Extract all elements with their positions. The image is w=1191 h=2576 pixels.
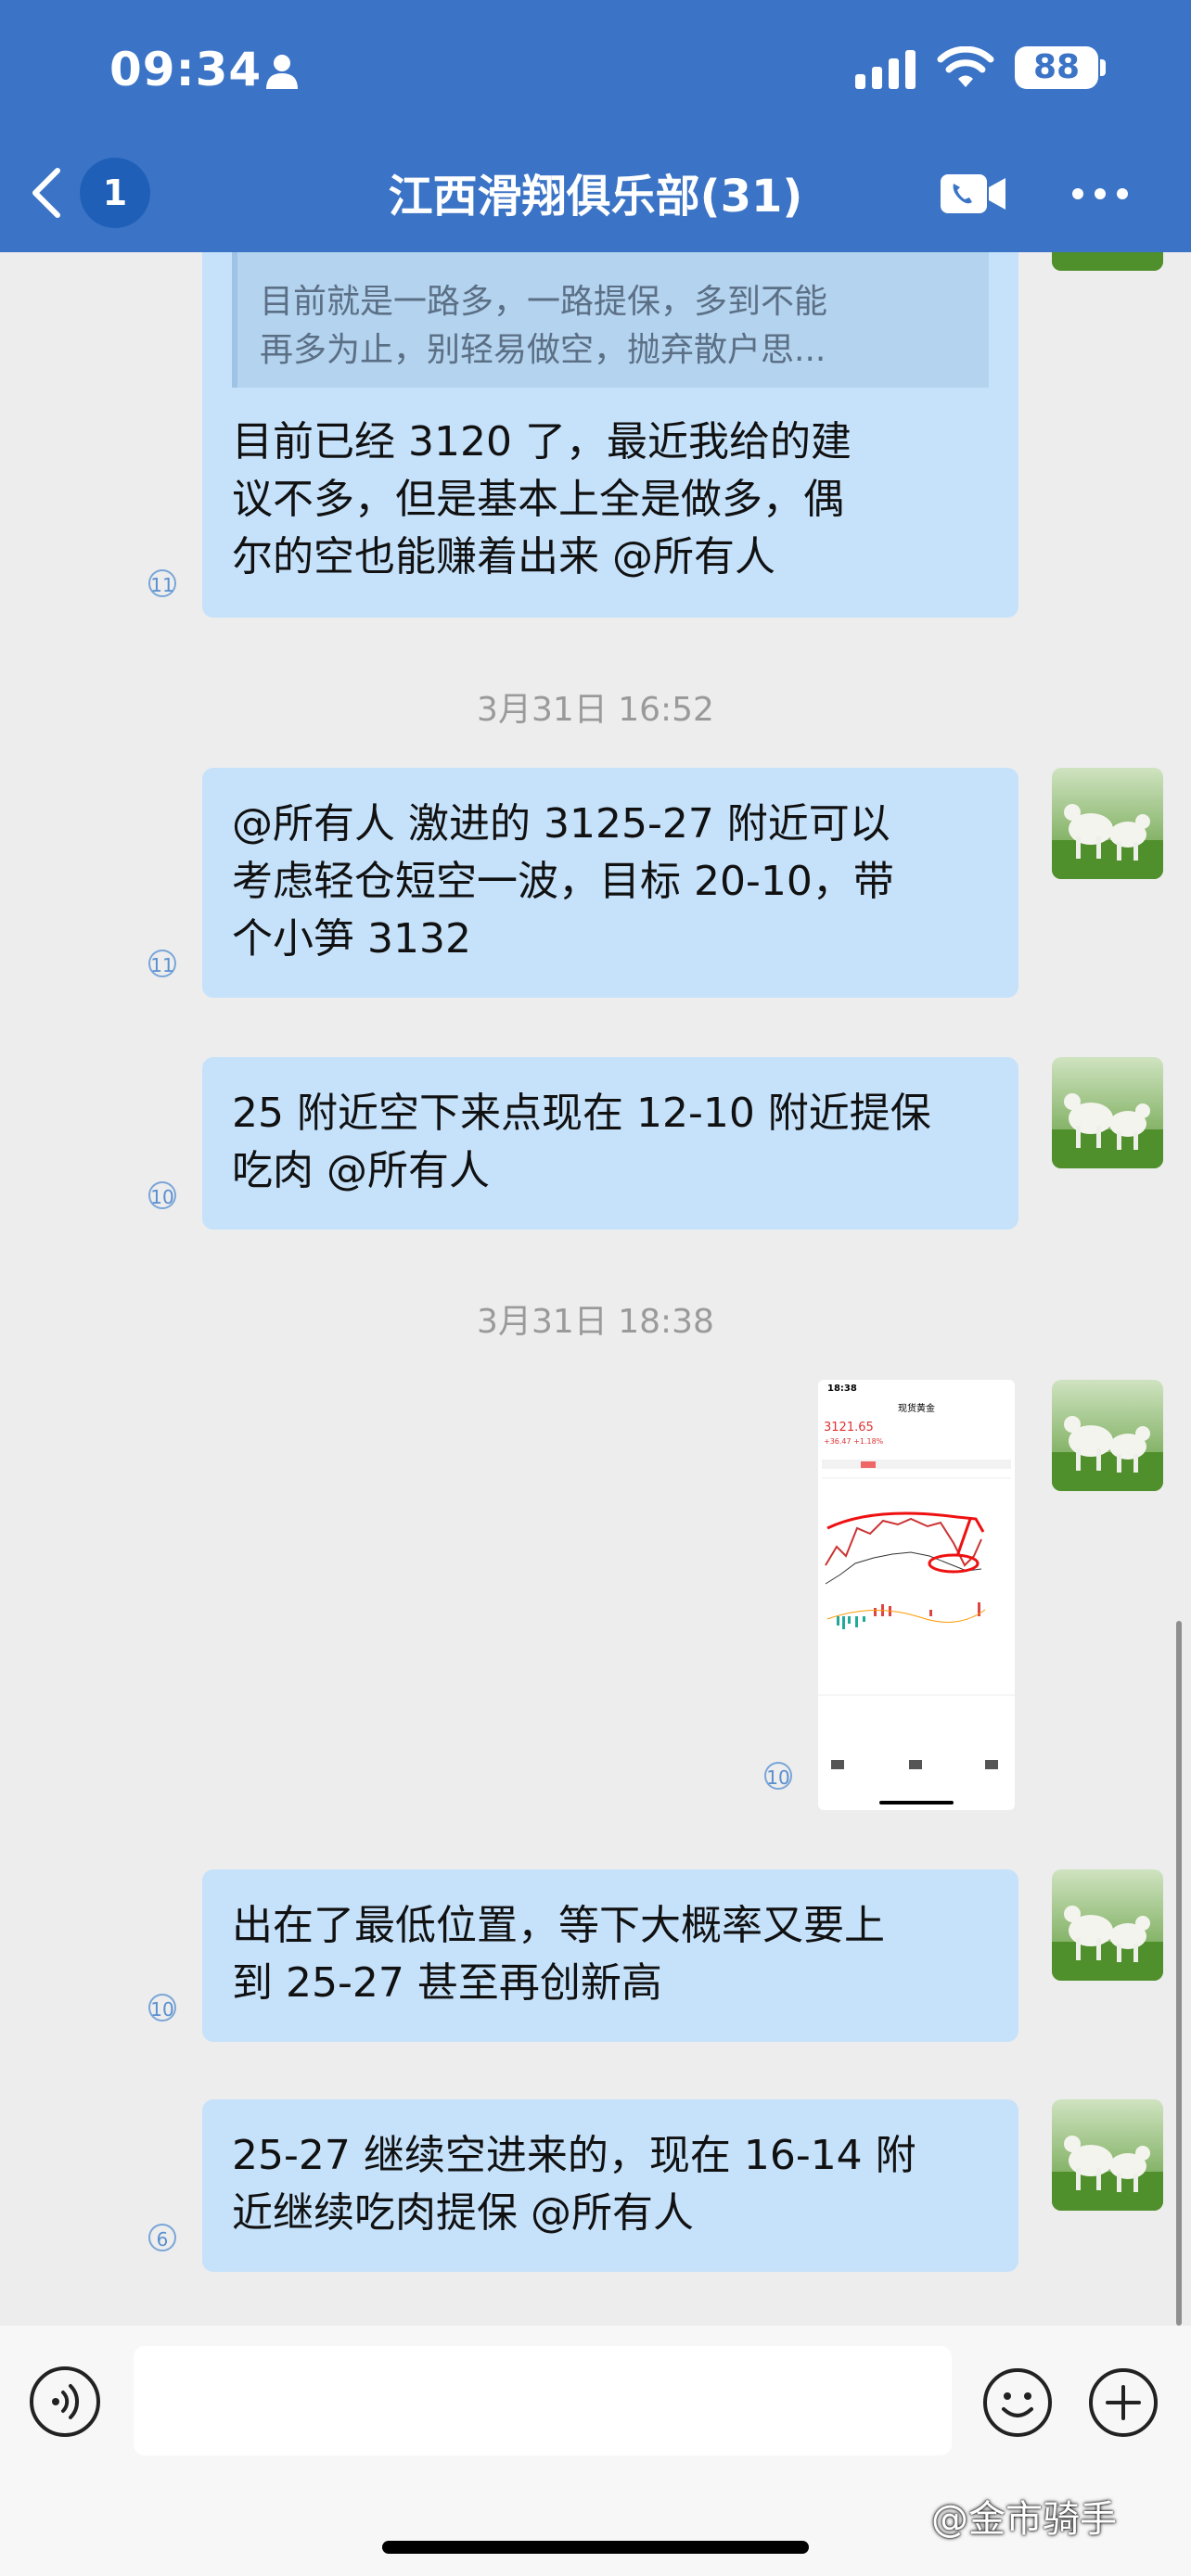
plus-icon[interactable] [1087, 2366, 1159, 2439]
quoted-message[interactable]: 目前就是一路多，一路提保，多到不能 再多为止，别轻易做空，抛弃散户思... [232, 230, 989, 388]
avatar[interactable] [1052, 1869, 1163, 1981]
video-call-icon[interactable] [939, 171, 1007, 217]
read-count: 10 [148, 1994, 176, 2021]
message-line: 25-27 继续空进来的，现在 16-14 附 [232, 2132, 916, 2179]
timestamp: 3月31日 16:52 [477, 691, 714, 729]
quote-line: 再多为止，别轻易做空，抛弃散户思... [260, 331, 826, 369]
read-count: 10 [764, 1762, 792, 1790]
battery-icon: 88 [1015, 46, 1098, 89]
shot-title: 现货黄金 [898, 1404, 935, 1414]
home-indicator[interactable] [382, 2541, 809, 2554]
message-line: @所有人 激进的 3125-27 附近可以 [232, 800, 890, 848]
shot-time: 18:38 [827, 1384, 857, 1394]
read-count: 10 [148, 1181, 176, 1209]
avatar[interactable] [1052, 1380, 1163, 1491]
chat-title: 江西滑翔俱乐部(31) [388, 171, 803, 223]
input-bar: @金市骑手 [0, 2326, 1191, 2576]
signal-icon [855, 48, 916, 89]
message-line: 考虑轻仓短空一波，目标 20-10，带 [232, 858, 894, 905]
message-line: 吃肉 @所有人 [232, 1147, 490, 1194]
message-line: 近继续吃肉提保 @所有人 [232, 2189, 694, 2237]
read-count: 11 [148, 569, 176, 597]
read-count: 6 [148, 2224, 176, 2251]
avatar[interactable] [1052, 1057, 1163, 1168]
message-bubble[interactable]: 25 附近空下来点现在 12-10 附近提保 吃肉 @所有人 [202, 1057, 1018, 1230]
message-line: 个小笋 3132 [232, 915, 471, 963]
shot-change: +36.47 +1.18% [824, 1437, 884, 1446]
message-line: 到 25-27 甚至再创新高 [232, 1959, 662, 2007]
scrollbar[interactable] [1176, 1621, 1182, 2326]
voice-button[interactable] [30, 2366, 100, 2437]
message-bubble[interactable]: 25-27 继续空进来的，现在 16-14 附 近继续吃肉提保 @所有人 [202, 2099, 1018, 2272]
more-icon[interactable] [1070, 185, 1130, 202]
read-count: 11 [148, 950, 176, 977]
avatar[interactable] [1052, 2099, 1163, 2211]
avatar[interactable] [1052, 768, 1163, 879]
top-bar: 09:34 88 1 江西滑翔俱乐部(31) [0, 0, 1191, 252]
voice-icon [52, 2384, 80, 2419]
status-time: 09:34 [109, 43, 263, 96]
message-bubble[interactable]: 出在了最低位置，等下大概率又要上 到 25-27 甚至再创新高 [202, 1869, 1018, 2042]
timestamp: 3月31日 18:38 [477, 1303, 714, 1341]
wifi-icon [937, 46, 994, 87]
emoji-icon[interactable] [981, 2366, 1054, 2439]
shot-price: 3121.65 [824, 1421, 874, 1435]
quote-line: 目前就是一路多，一路提保，多到不能 [260, 283, 828, 321]
image-message[interactable]: 18:38 现货黄金 3121.65 +36.47 +1.18% [818, 1380, 1015, 1810]
message-line: 尔的空也能赚着出来 @所有人 [232, 533, 775, 580]
person-icon [266, 55, 298, 89]
message-line: 目前已经 3120 了，最近我给的建 [232, 418, 852, 465]
message-input[interactable] [134, 2346, 952, 2455]
message-line: 25 附近空下来点现在 12-10 附近提保 [232, 1090, 931, 1137]
chart-thumbnail [818, 1460, 1015, 1804]
message-bubble[interactable]: @所有人 激进的 3125-27 附近可以 考虑轻仓短空一波，目标 20-10，… [202, 768, 1018, 998]
battery-tip [1100, 59, 1106, 76]
message-line: 议不多，但是基本上全是做多，偶 [232, 476, 844, 523]
watermark: @金市骑手 [931, 2498, 1117, 2541]
message-line: 出在了最低位置，等下大概率又要上 [232, 1902, 885, 1949]
